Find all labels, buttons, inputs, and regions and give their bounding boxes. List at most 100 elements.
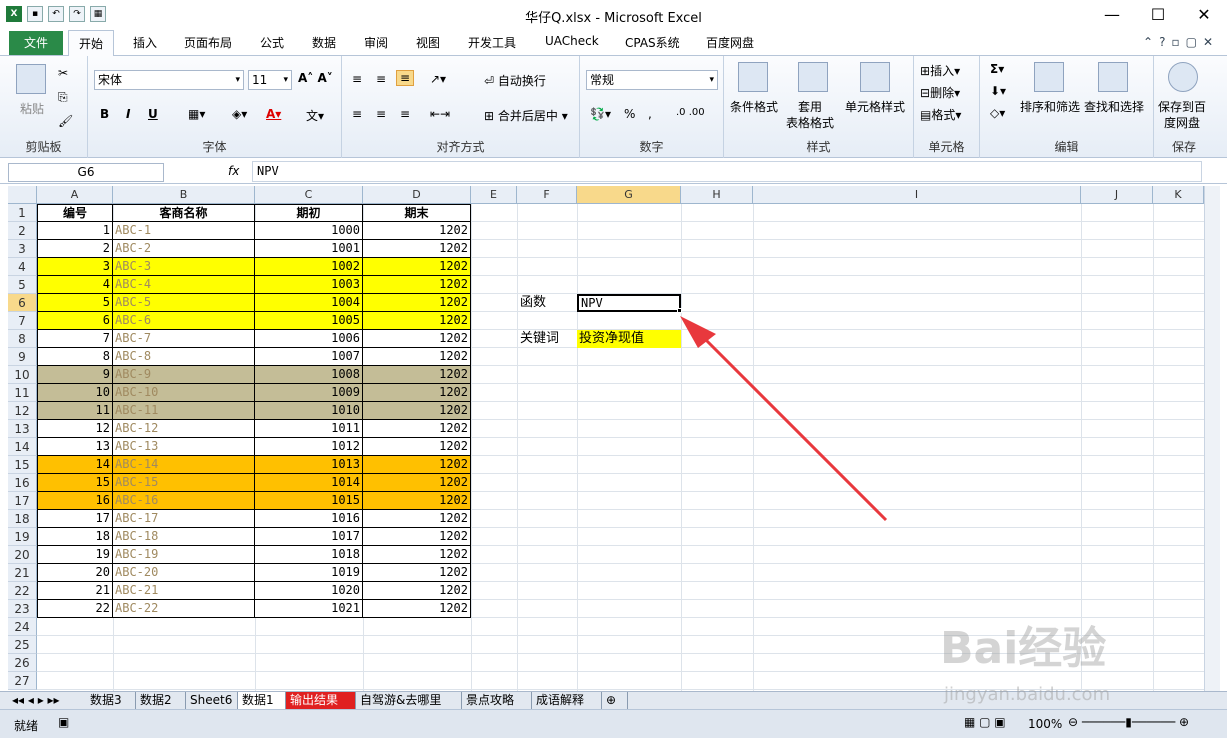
cell-closing[interactable]: 1202 [363, 330, 471, 348]
sheet-nav-icon[interactable]: ◂◂ ◂ ▸ ▸▸ [8, 692, 64, 709]
font-color-icon[interactable]: A▾ [266, 107, 281, 121]
row-header[interactable]: 20 [8, 546, 37, 564]
cell-opening[interactable]: 1013 [255, 456, 363, 474]
indent-icon[interactable]: ⇤⇥ [430, 107, 450, 121]
cell-vendor[interactable]: ABC-4 [113, 276, 255, 294]
column-header-b[interactable]: B [113, 186, 255, 204]
cell-no[interactable]: 1 [37, 222, 113, 240]
table-format-label2[interactable]: 表格格式 [786, 114, 834, 131]
table-format-label1[interactable]: 套用 [798, 98, 822, 115]
row-header[interactable]: 10 [8, 366, 37, 384]
cell-no[interactable]: 21 [37, 582, 113, 600]
orientation-icon[interactable]: ↗▾ [430, 72, 446, 86]
decimal-icon[interactable]: .0 .00 [676, 107, 705, 118]
currency-icon[interactable]: 💱▾ [590, 107, 611, 121]
cell-closing[interactable]: 1202 [363, 222, 471, 240]
insert-sheet-icon[interactable]: ⊕ [602, 692, 628, 709]
save-baidu-line2[interactable]: 度网盘 [1164, 114, 1200, 131]
cell-vendor[interactable]: ABC-3 [113, 258, 255, 276]
fill-handle[interactable] [677, 308, 682, 313]
zoom-level[interactable]: 100% [1028, 717, 1062, 731]
row-header[interactable]: 25 [8, 636, 37, 654]
name-box[interactable]: G6 [8, 163, 164, 182]
cell-opening[interactable]: 1014 [255, 474, 363, 492]
row-header[interactable]: 7 [8, 312, 37, 330]
cell-vendor[interactable]: ABC-20 [113, 564, 255, 582]
conditional-format-icon[interactable] [738, 62, 768, 92]
sheet-tab[interactable]: 输出结果 [286, 692, 356, 709]
column-header-j[interactable]: J [1081, 186, 1153, 204]
number-format-select[interactable]: 常规 [586, 70, 718, 90]
binoculars-icon[interactable] [1098, 62, 1128, 92]
tab-insert[interactable]: 插入 [133, 34, 157, 51]
format-painter-icon[interactable]: 🖌 [58, 114, 73, 128]
cell-closing[interactable]: 1202 [363, 348, 471, 366]
cell-opening[interactable]: 1001 [255, 240, 363, 258]
cell-opening[interactable]: 1009 [255, 384, 363, 402]
cell-opening[interactable]: 1021 [255, 600, 363, 618]
cell-no[interactable]: 20 [37, 564, 113, 582]
maximize-button[interactable]: ☐ [1135, 0, 1181, 30]
selected-cell-g6[interactable]: NPV [577, 294, 681, 312]
column-header-e[interactable]: E [471, 186, 517, 204]
comma-icon[interactable]: , [648, 107, 652, 121]
sort-filter-button[interactable]: 排序和筛选 [1020, 98, 1080, 115]
tab-file[interactable]: 文件 [9, 31, 63, 55]
column-header-g[interactable]: G [577, 186, 681, 204]
cell-no[interactable]: 14 [37, 456, 113, 474]
column-header-a[interactable]: A [37, 186, 113, 204]
column-header-f[interactable]: F [517, 186, 577, 204]
cell-vendor[interactable]: ABC-7 [113, 330, 255, 348]
row-header[interactable]: 12 [8, 402, 37, 420]
cell-opening[interactable]: 1007 [255, 348, 363, 366]
row-header[interactable]: 4 [8, 258, 37, 276]
row-header[interactable]: 8 [8, 330, 37, 348]
cell-opening[interactable]: 1017 [255, 528, 363, 546]
cell-closing[interactable]: 1202 [363, 474, 471, 492]
table-format-icon[interactable] [798, 62, 828, 92]
tab-uacheck[interactable]: UACheck [545, 34, 599, 48]
delete-cells-button[interactable]: ⊟删除▾ [920, 84, 960, 101]
header-cell[interactable]: 期末 [363, 204, 471, 222]
cell-no[interactable]: 9 [37, 366, 113, 384]
sort-filter-icon[interactable] [1034, 62, 1064, 92]
cell-closing[interactable]: 1202 [363, 258, 471, 276]
paste-button[interactable]: 粘贴 [20, 100, 44, 117]
underline-button[interactable]: U [148, 107, 158, 121]
cell-closing[interactable]: 1202 [363, 492, 471, 510]
cell-vendor[interactable]: ABC-11 [113, 402, 255, 420]
tab-page-layout[interactable]: 页面布局 [184, 34, 232, 51]
clear-icon[interactable]: ◇▾ [990, 106, 1005, 120]
border-icon[interactable]: ▦▾ [188, 107, 205, 121]
cell-opening[interactable]: 1003 [255, 276, 363, 294]
cell-closing[interactable]: 1202 [363, 600, 471, 618]
copy-icon[interactable]: ⎘ [58, 90, 68, 105]
row-header[interactable]: 15 [8, 456, 37, 474]
cell-no[interactable]: 2 [37, 240, 113, 258]
cell-opening[interactable]: 1005 [255, 312, 363, 330]
tab-home[interactable]: 开始 [68, 30, 115, 57]
cell-opening[interactable]: 1019 [255, 564, 363, 582]
cell-no[interactable]: 15 [37, 474, 113, 492]
formula-input[interactable]: NPV [252, 161, 1202, 182]
align-right-icon[interactable]: ≡ [400, 107, 410, 121]
row-header[interactable]: 24 [8, 618, 37, 636]
grow-font-icon[interactable]: A˄ A˅ [298, 71, 333, 85]
cell-no[interactable]: 6 [37, 312, 113, 330]
sheet-tab[interactable]: 自驾游&去哪里 [356, 692, 462, 709]
cell-vendor[interactable]: ABC-16 [113, 492, 255, 510]
font-size-select[interactable]: 11 [248, 70, 292, 90]
column-header-d[interactable]: D [363, 186, 471, 204]
cell-opening[interactable]: 1004 [255, 294, 363, 312]
fill-color-icon[interactable]: ◈▾ [232, 107, 247, 121]
sheet-tab[interactable]: 成语解释 [532, 692, 602, 709]
phonetic-icon[interactable]: 文▾ [306, 107, 324, 124]
cell-no[interactable]: 19 [37, 546, 113, 564]
cell-closing[interactable]: 1202 [363, 546, 471, 564]
minimize-button[interactable]: — [1089, 0, 1135, 30]
cell-no[interactable]: 18 [37, 528, 113, 546]
align-middle-icon[interactable]: ≡ [376, 72, 386, 86]
conditional-format-button[interactable]: 条件格式 [730, 98, 778, 115]
cell-vendor[interactable]: ABC-2 [113, 240, 255, 258]
cell-closing[interactable]: 1202 [363, 402, 471, 420]
